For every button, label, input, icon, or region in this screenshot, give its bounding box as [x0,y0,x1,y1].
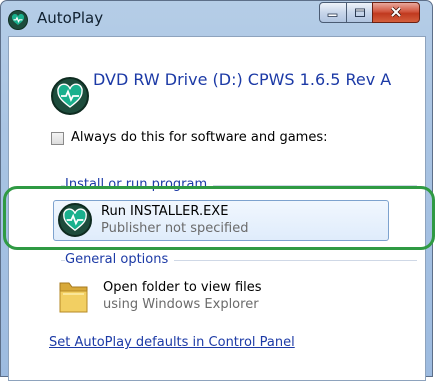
device-title: DVD RW Drive (D:) CPWS 1.6.5 Rev A [93,70,392,89]
app-icon [8,10,28,30]
folder-icon [57,279,91,319]
maximize-icon [354,3,366,22]
minimize-icon [327,3,339,22]
highlight-ring [3,186,435,250]
close-button[interactable] [372,2,420,23]
title-bar[interactable]: AutoPlay [1,1,432,39]
open-folder-sublabel: using Windows Explorer [103,297,259,312]
window-title: AutoPlay [37,9,104,27]
always-checkbox[interactable] [51,132,64,145]
open-folder-label: Open folder to view files [103,280,262,295]
device-icon [51,77,89,115]
minimize-button[interactable] [319,2,347,23]
always-checkbox-label[interactable]: Always do this for software and games: [71,130,327,145]
open-folder-option[interactable]: Open folder to view files using Windows … [53,277,353,317]
autoplay-defaults-link[interactable]: Set AutoPlay defaults in Control Panel [49,335,295,350]
close-icon [389,3,403,22]
section-heading-general: General options [65,252,175,267]
maximize-button[interactable] [346,2,373,23]
